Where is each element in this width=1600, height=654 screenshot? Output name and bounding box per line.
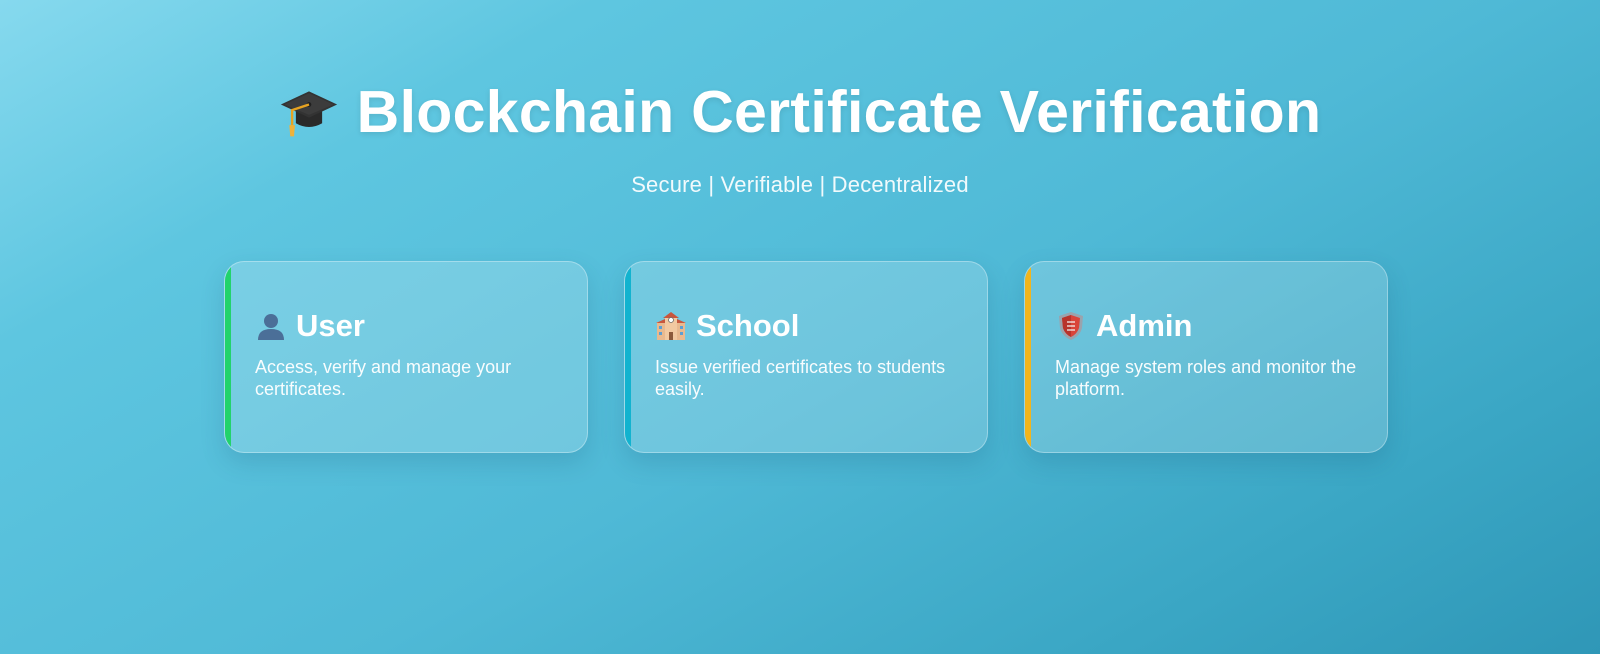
school-card-accent xyxy=(625,262,631,452)
admin-card-title: Admin xyxy=(1055,308,1359,344)
admin-card-accent xyxy=(1025,262,1031,452)
page-title: Blockchain Certificate Verification xyxy=(279,76,1322,148)
page-header: Blockchain Certificate Verification xyxy=(0,76,1600,148)
user-card-accent xyxy=(225,262,231,452)
user-silhouette-icon xyxy=(258,314,284,340)
user-card-label: User xyxy=(296,308,365,343)
page-subtitle: Secure | Verifiable | Decentralized xyxy=(631,172,969,197)
school-card[interactable]: School Issue verified certificates to st… xyxy=(624,261,988,453)
school-card-title: School xyxy=(655,308,959,344)
page-title-text: Blockchain Certificate Verification xyxy=(356,79,1322,145)
admin-card-label: Admin xyxy=(1096,308,1193,343)
user-card-description: Access, verify and manage your certifica… xyxy=(255,357,512,399)
user-card[interactable]: User Access, verify and manage your cert… xyxy=(224,261,588,453)
school-building-icon xyxy=(656,312,686,340)
admin-card-description: Manage system roles and monitor the plat… xyxy=(1055,357,1357,399)
admin-card[interactable]: Admin Manage system roles and monitor th… xyxy=(1024,261,1388,453)
school-card-label: School xyxy=(696,308,800,343)
role-cards: User Access, verify and manage your cert… xyxy=(224,261,1388,453)
user-card-title: User xyxy=(255,308,559,344)
school-card-description: Issue verified certificates to students … xyxy=(655,357,946,399)
shield-icon xyxy=(1059,312,1083,340)
graduation-cap-icon xyxy=(280,91,337,137)
